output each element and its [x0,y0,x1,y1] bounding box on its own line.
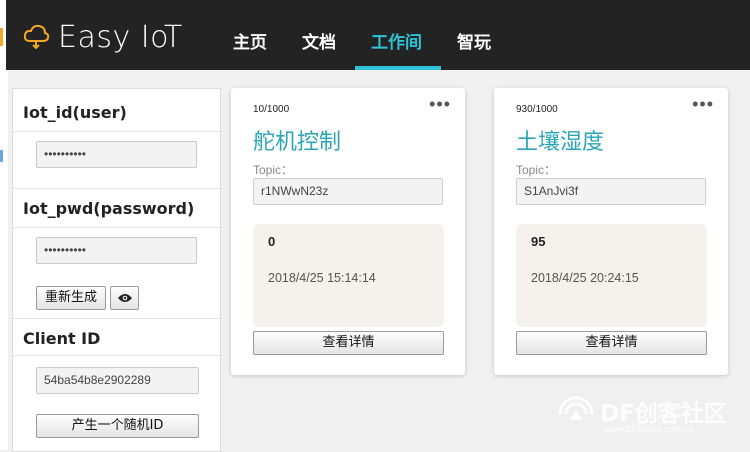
latest-value: 0 [268,234,276,249]
divider [13,355,220,356]
device-title[interactable]: 土壤湿度 [516,124,604,156]
left-edge-strip [0,28,8,450]
top-navbar: Easy IoT 主页 文档 工作间 智玩 [0,0,750,70]
latest-value: 95 [531,234,546,249]
nav-smart-play[interactable]: 智玩 [457,28,491,53]
client-id-title: Client ID [23,329,101,348]
nav-home[interactable]: 主页 [233,28,267,53]
more-options-icon[interactable]: ••• [429,94,451,115]
topic-field[interactable]: S1AnJvi3f [516,178,706,205]
topic-field[interactable]: r1NWwN23z [253,178,443,205]
generate-random-id-button[interactable]: 产生一个随机ID [36,414,199,438]
nav-docs[interactable]: 文档 [302,28,336,53]
dfrobot-logo-icon [558,396,594,420]
topic-label: Topic： [516,163,557,177]
iot-pwd-field[interactable]: •••••••••• [36,237,197,264]
eye-icon [117,294,132,302]
cloud-logo-icon [23,24,50,50]
show-password-button[interactable] [110,286,139,310]
message-count: 10/1000 [253,104,290,115]
message-count: 930/1000 [516,104,558,115]
divider [13,188,220,189]
watermark-site: www.DFRobot.com.cn [604,424,694,434]
iot-id-title: Iot_id(user) [23,103,127,122]
active-tab-indicator [355,66,441,70]
regenerate-button[interactable]: 重新生成 [36,286,106,310]
watermark: DF创客社区 www.DFRobot.com.cn [554,392,744,440]
latest-timestamp: 2018/4/25 20:24:15 [531,271,639,285]
nav-workspace[interactable]: 工作间 [371,28,422,53]
divider [13,318,220,319]
watermark-brand: DF创客社区 [600,401,727,427]
divider [13,131,220,132]
client-id-field[interactable]: 54ba54b8e2902289 [36,367,199,394]
latest-data-box: 95 2018/4/25 20:24:15 [516,224,707,327]
iot-pwd-title: Iot_pwd(password) [23,199,195,218]
more-options-icon[interactable]: ••• [692,94,714,115]
iot-id-field[interactable]: •••••••••• [36,141,197,168]
device-card: 930/1000 ••• 土壤湿度 Topic： S1AnJvi3f 95 20… [494,88,728,375]
latest-timestamp: 2018/4/25 15:14:14 [268,271,376,285]
credentials-panel: Iot_id(user) •••••••••• Iot_pwd(password… [12,88,221,452]
latest-data-box: 0 2018/4/25 15:14:14 [253,224,444,327]
app-logo-text[interactable]: Easy IoT [58,20,183,55]
divider [13,227,220,228]
topic-label: Topic： [253,163,294,177]
view-details-button[interactable]: 查看详情 [516,331,707,355]
device-title[interactable]: 舵机控制 [253,124,341,156]
view-details-button[interactable]: 查看详情 [253,331,444,355]
device-card: 10/1000 ••• 舵机控制 Topic： r1NWwN23z 0 2018… [231,88,465,375]
